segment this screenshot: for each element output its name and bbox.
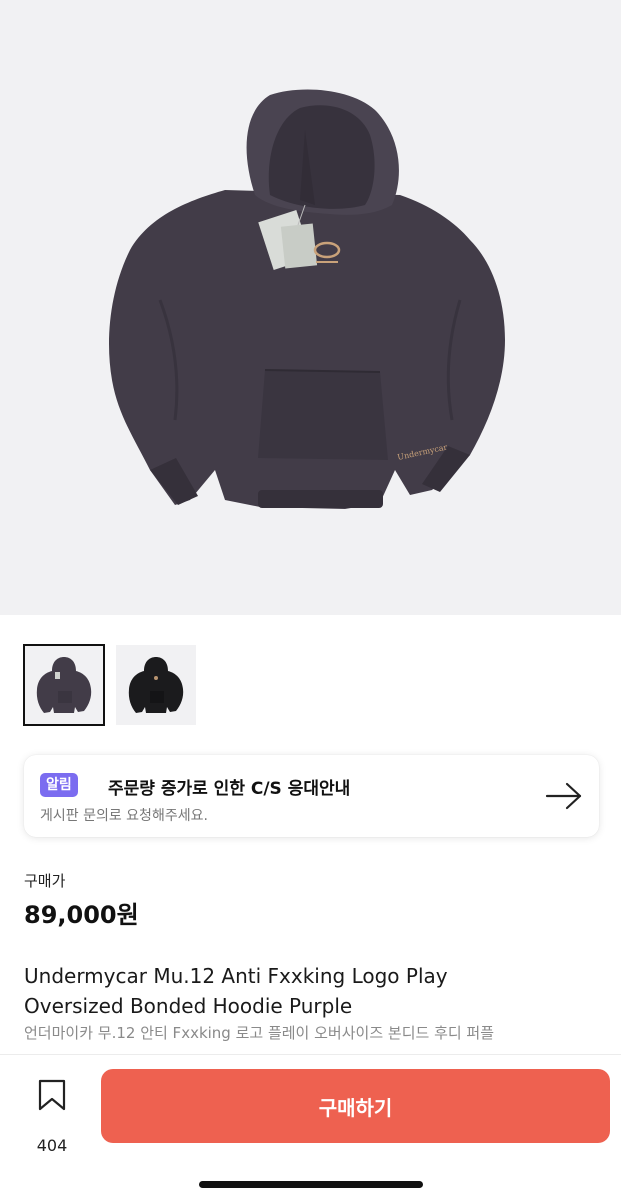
bottom-action-bar: 404 구매하기 bbox=[0, 1054, 621, 1200]
bookmark-count: 404 bbox=[36, 1136, 68, 1155]
notice-title: 주문량 증가로 인한 C/S 응대안내 bbox=[108, 779, 351, 799]
buy-button[interactable]: 구매하기 bbox=[101, 1069, 610, 1143]
thumbnail-strip bbox=[23, 644, 196, 726]
hoodie-thumb-icon bbox=[128, 657, 184, 713]
notice-card[interactable]: 알림 주문량 증가로 인한 C/S 응대안내 게시판 문의로 요청해주세요. bbox=[24, 755, 599, 837]
hoodie-illustration: Undermycar bbox=[109, 89, 505, 509]
hoodie-thumb-icon bbox=[36, 657, 92, 713]
arrow-right-icon[interactable] bbox=[545, 781, 583, 811]
product-title-line2: Oversized Bonded Hoodie Purple bbox=[24, 994, 353, 1018]
thumbnail-purple[interactable] bbox=[23, 644, 105, 726]
notice-badge: 알림 bbox=[40, 773, 78, 797]
price-label: 구매가 bbox=[24, 872, 66, 890]
home-indicator bbox=[199, 1181, 423, 1188]
product-title-line1: Undermycar Mu.12 Anti Fxxking Logo Play bbox=[24, 964, 448, 988]
notice-subtitle: 게시판 문의로 요청해주세요. bbox=[40, 808, 208, 824]
product-title: Undermycar Mu.12 Anti Fxxking Logo Play … bbox=[24, 961, 604, 1021]
price-value: 89,000원 bbox=[24, 901, 139, 929]
thumbnail-black[interactable] bbox=[116, 645, 196, 725]
bookmark-icon bbox=[38, 1079, 66, 1111]
product-title-korean: 언더마이카 무.12 안티 Fxxking 로고 플레이 오버사이즈 본디드 후… bbox=[24, 1024, 495, 1042]
product-main-image[interactable]: Undermycar bbox=[0, 0, 621, 615]
